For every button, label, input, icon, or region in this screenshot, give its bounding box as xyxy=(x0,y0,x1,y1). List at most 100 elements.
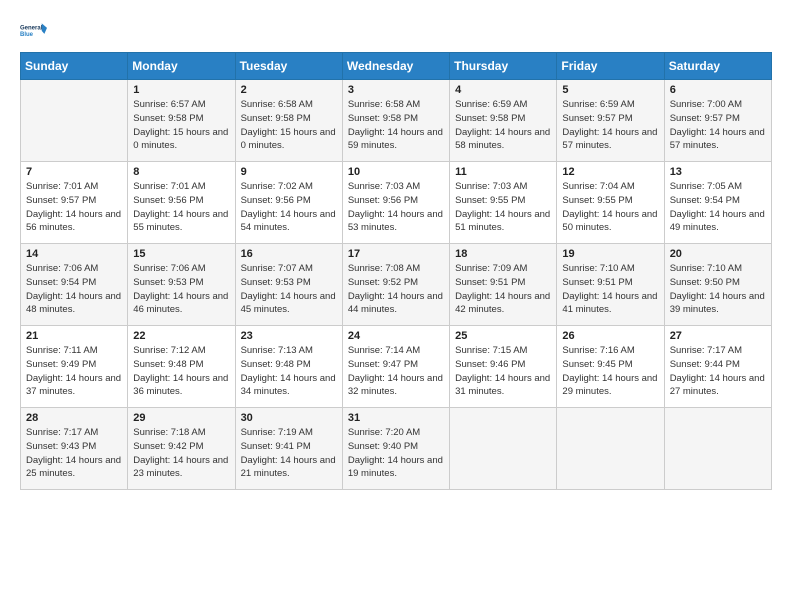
logo-icon: GeneralBlue xyxy=(20,16,50,46)
day-number: 9 xyxy=(241,166,337,178)
cell-info: Sunrise: 7:12 AMSunset: 9:48 PMDaylight:… xyxy=(133,344,229,399)
day-number: 24 xyxy=(348,330,444,342)
day-number: 5 xyxy=(562,84,658,96)
day-number: 31 xyxy=(348,412,444,424)
day-number: 30 xyxy=(241,412,337,424)
calendar-cell: 2Sunrise: 6:58 AMSunset: 9:58 PMDaylight… xyxy=(235,80,342,162)
calendar-cell xyxy=(557,408,664,490)
day-number: 4 xyxy=(455,84,551,96)
calendar-cell: 21 Sunrise: 7:11 AMSunset: 9:49 PMDayligh… xyxy=(21,326,128,408)
cell-info: Sunrise: 6:59 AMSunset: 9:57 PMDaylight:… xyxy=(562,98,658,153)
day-number: 2 xyxy=(241,84,337,96)
cell-info: Sunrise: 7:13 AMSunset: 9:48 PMDaylight:… xyxy=(241,344,337,399)
cell-info: Sunrise: 7:08 AMSunset: 9:52 PMDaylight:… xyxy=(348,262,444,317)
header-row: SundayMondayTuesdayWednesdayThursdayFrid… xyxy=(21,53,772,80)
cell-info: Sunrise: 7:06 AMSunset: 9:54 PMDaylight:… xyxy=(26,262,122,317)
calendar-cell: 12 Sunrise: 7:04 AMSunset: 9:55 PMDayligh… xyxy=(557,162,664,244)
cell-info: Sunrise: 7:03 AMSunset: 9:55 PMDaylight:… xyxy=(455,180,551,235)
calendar-cell xyxy=(664,408,771,490)
cell-info: Sunrise: 6:59 AMSunset: 9:58 PMDaylight:… xyxy=(455,98,551,153)
calendar-cell: 1 Sunrise: 6:57 AMSunset: 9:58 PMDaylight… xyxy=(128,80,235,162)
calendar-cell: 16 Sunrise: 7:07 AMSunset: 9:53 PMDayligh… xyxy=(235,244,342,326)
cell-info: Sunrise: 7:14 AMSunset: 9:47 PMDaylight:… xyxy=(348,344,444,399)
calendar-cell: 25Sunrise: 7:15 AMSunset: 9:46 PMDayligh… xyxy=(450,326,557,408)
day-number: 3 xyxy=(348,84,444,96)
cell-info: Sunrise: 7:07 AMSunset: 9:53 PMDaylight:… xyxy=(241,262,337,317)
cell-info: Sunrise: 6:58 AMSunset: 9:58 PMDaylight:… xyxy=(348,98,444,153)
calendar-cell: 29 Sunrise: 7:18 AMSunset: 9:42 PMDayligh… xyxy=(128,408,235,490)
day-number: 16 xyxy=(241,248,337,260)
calendar-cell: 3 Sunrise: 6:58 AMSunset: 9:58 PMDaylight… xyxy=(342,80,449,162)
calendar-cell: 10 Sunrise: 7:03 AMSunset: 9:56 PMDayligh… xyxy=(342,162,449,244)
day-number: 10 xyxy=(348,166,444,178)
week-row-1: 1 Sunrise: 6:57 AMSunset: 9:58 PMDaylight… xyxy=(21,80,772,162)
cell-info: Sunrise: 6:57 AMSunset: 9:58 PMDaylight:… xyxy=(133,98,229,153)
day-number: 20 xyxy=(670,248,766,260)
cell-info: Sunrise: 7:11 AMSunset: 9:49 PMDaylight:… xyxy=(26,344,122,399)
cell-info: Sunrise: 7:18 AMSunset: 9:42 PMDaylight:… xyxy=(133,426,229,481)
svg-text:General: General xyxy=(20,25,43,31)
svg-text:Blue: Blue xyxy=(20,32,34,38)
day-number: 21 xyxy=(26,330,122,342)
day-number: 23 xyxy=(241,330,337,342)
calendar-cell: 9 Sunrise: 7:02 AMSunset: 9:56 PMDaylight… xyxy=(235,162,342,244)
day-number: 14 xyxy=(26,248,122,260)
col-header-tuesday: Tuesday xyxy=(235,53,342,80)
cell-info: Sunrise: 7:17 AMSunset: 9:44 PMDaylight:… xyxy=(670,344,766,399)
day-number: 11 xyxy=(455,166,551,178)
page-header: GeneralBlue xyxy=(20,16,772,46)
day-number: 25 xyxy=(455,330,551,342)
cell-info: Sunrise: 7:09 AMSunset: 9:51 PMDaylight:… xyxy=(455,262,551,317)
day-number: 22 xyxy=(133,330,229,342)
calendar-cell: 15 Sunrise: 7:06 AMSunset: 9:53 PMDayligh… xyxy=(128,244,235,326)
day-number: 27 xyxy=(670,330,766,342)
cell-info: Sunrise: 7:17 AMSunset: 9:43 PMDaylight:… xyxy=(26,426,122,481)
cell-info: Sunrise: 7:20 AMSunset: 9:40 PMDaylight:… xyxy=(348,426,444,481)
calendar-cell: 14 Sunrise: 7:06 AMSunset: 9:54 PMDayligh… xyxy=(21,244,128,326)
day-number: 26 xyxy=(562,330,658,342)
calendar-cell: 31 Sunrise: 7:20 AMSunset: 9:40 PMDayligh… xyxy=(342,408,449,490)
cell-info: Sunrise: 7:06 AMSunset: 9:53 PMDaylight:… xyxy=(133,262,229,317)
cell-info: Sunrise: 7:00 AMSunset: 9:57 PMDaylight:… xyxy=(670,98,766,153)
calendar-cell: 22 Sunrise: 7:12 AMSunset: 9:48 PMDayligh… xyxy=(128,326,235,408)
col-header-saturday: Saturday xyxy=(664,53,771,80)
calendar-cell: 4 Sunrise: 6:59 AMSunset: 9:58 PMDaylight… xyxy=(450,80,557,162)
calendar-cell: 17 Sunrise: 7:08 AMSunset: 9:52 PMDayligh… xyxy=(342,244,449,326)
logo: GeneralBlue xyxy=(20,16,50,46)
day-number: 28 xyxy=(26,412,122,424)
cell-info: Sunrise: 7:16 AMSunset: 9:45 PMDaylight:… xyxy=(562,344,658,399)
day-number: 13 xyxy=(670,166,766,178)
calendar-cell: 24 Sunrise: 7:14 AMSunset: 9:47 PMDayligh… xyxy=(342,326,449,408)
cell-info: Sunrise: 7:05 AMSunset: 9:54 PMDaylight:… xyxy=(670,180,766,235)
week-row-2: 7Sunrise: 7:01 AMSunset: 9:57 PMDaylight… xyxy=(21,162,772,244)
calendar-cell: 26 Sunrise: 7:16 AMSunset: 9:45 PMDayligh… xyxy=(557,326,664,408)
calendar-cell: 5 Sunrise: 6:59 AMSunset: 9:57 PMDaylight… xyxy=(557,80,664,162)
day-number: 1 xyxy=(133,84,229,96)
col-header-sunday: Sunday xyxy=(21,53,128,80)
calendar-cell: 18Sunrise: 7:09 AMSunset: 9:51 PMDayligh… xyxy=(450,244,557,326)
calendar-cell: 23 Sunrise: 7:13 AMSunset: 9:48 PMDayligh… xyxy=(235,326,342,408)
day-number: 29 xyxy=(133,412,229,424)
calendar-cell: 30Sunrise: 7:19 AMSunset: 9:41 PMDayligh… xyxy=(235,408,342,490)
calendar-cell: 20 Sunrise: 7:10 AMSunset: 9:50 PMDayligh… xyxy=(664,244,771,326)
cell-info: Sunrise: 7:03 AMSunset: 9:56 PMDaylight:… xyxy=(348,180,444,235)
day-number: 17 xyxy=(348,248,444,260)
day-number: 15 xyxy=(133,248,229,260)
week-row-4: 21 Sunrise: 7:11 AMSunset: 9:49 PMDayligh… xyxy=(21,326,772,408)
col-header-friday: Friday xyxy=(557,53,664,80)
day-number: 7 xyxy=(26,166,122,178)
col-header-wednesday: Wednesday xyxy=(342,53,449,80)
day-number: 12 xyxy=(562,166,658,178)
day-number: 6 xyxy=(670,84,766,96)
calendar-cell: 7Sunrise: 7:01 AMSunset: 9:57 PMDaylight… xyxy=(21,162,128,244)
calendar-cell: 11 Sunrise: 7:03 AMSunset: 9:55 PMDayligh… xyxy=(450,162,557,244)
calendar-cell: 28 Sunrise: 7:17 AMSunset: 9:43 PMDayligh… xyxy=(21,408,128,490)
cell-info: Sunrise: 7:04 AMSunset: 9:55 PMDaylight:… xyxy=(562,180,658,235)
calendar-cell: 27 Sunrise: 7:17 AMSunset: 9:44 PMDayligh… xyxy=(664,326,771,408)
calendar-cell: 13 Sunrise: 7:05 AMSunset: 9:54 PMDayligh… xyxy=(664,162,771,244)
cell-info: Sunrise: 7:02 AMSunset: 9:56 PMDaylight:… xyxy=(241,180,337,235)
calendar-cell xyxy=(21,80,128,162)
calendar-table: SundayMondayTuesdayWednesdayThursdayFrid… xyxy=(20,52,772,490)
cell-info: Sunrise: 7:10 AMSunset: 9:50 PMDaylight:… xyxy=(670,262,766,317)
cell-info: Sunrise: 7:10 AMSunset: 9:51 PMDaylight:… xyxy=(562,262,658,317)
